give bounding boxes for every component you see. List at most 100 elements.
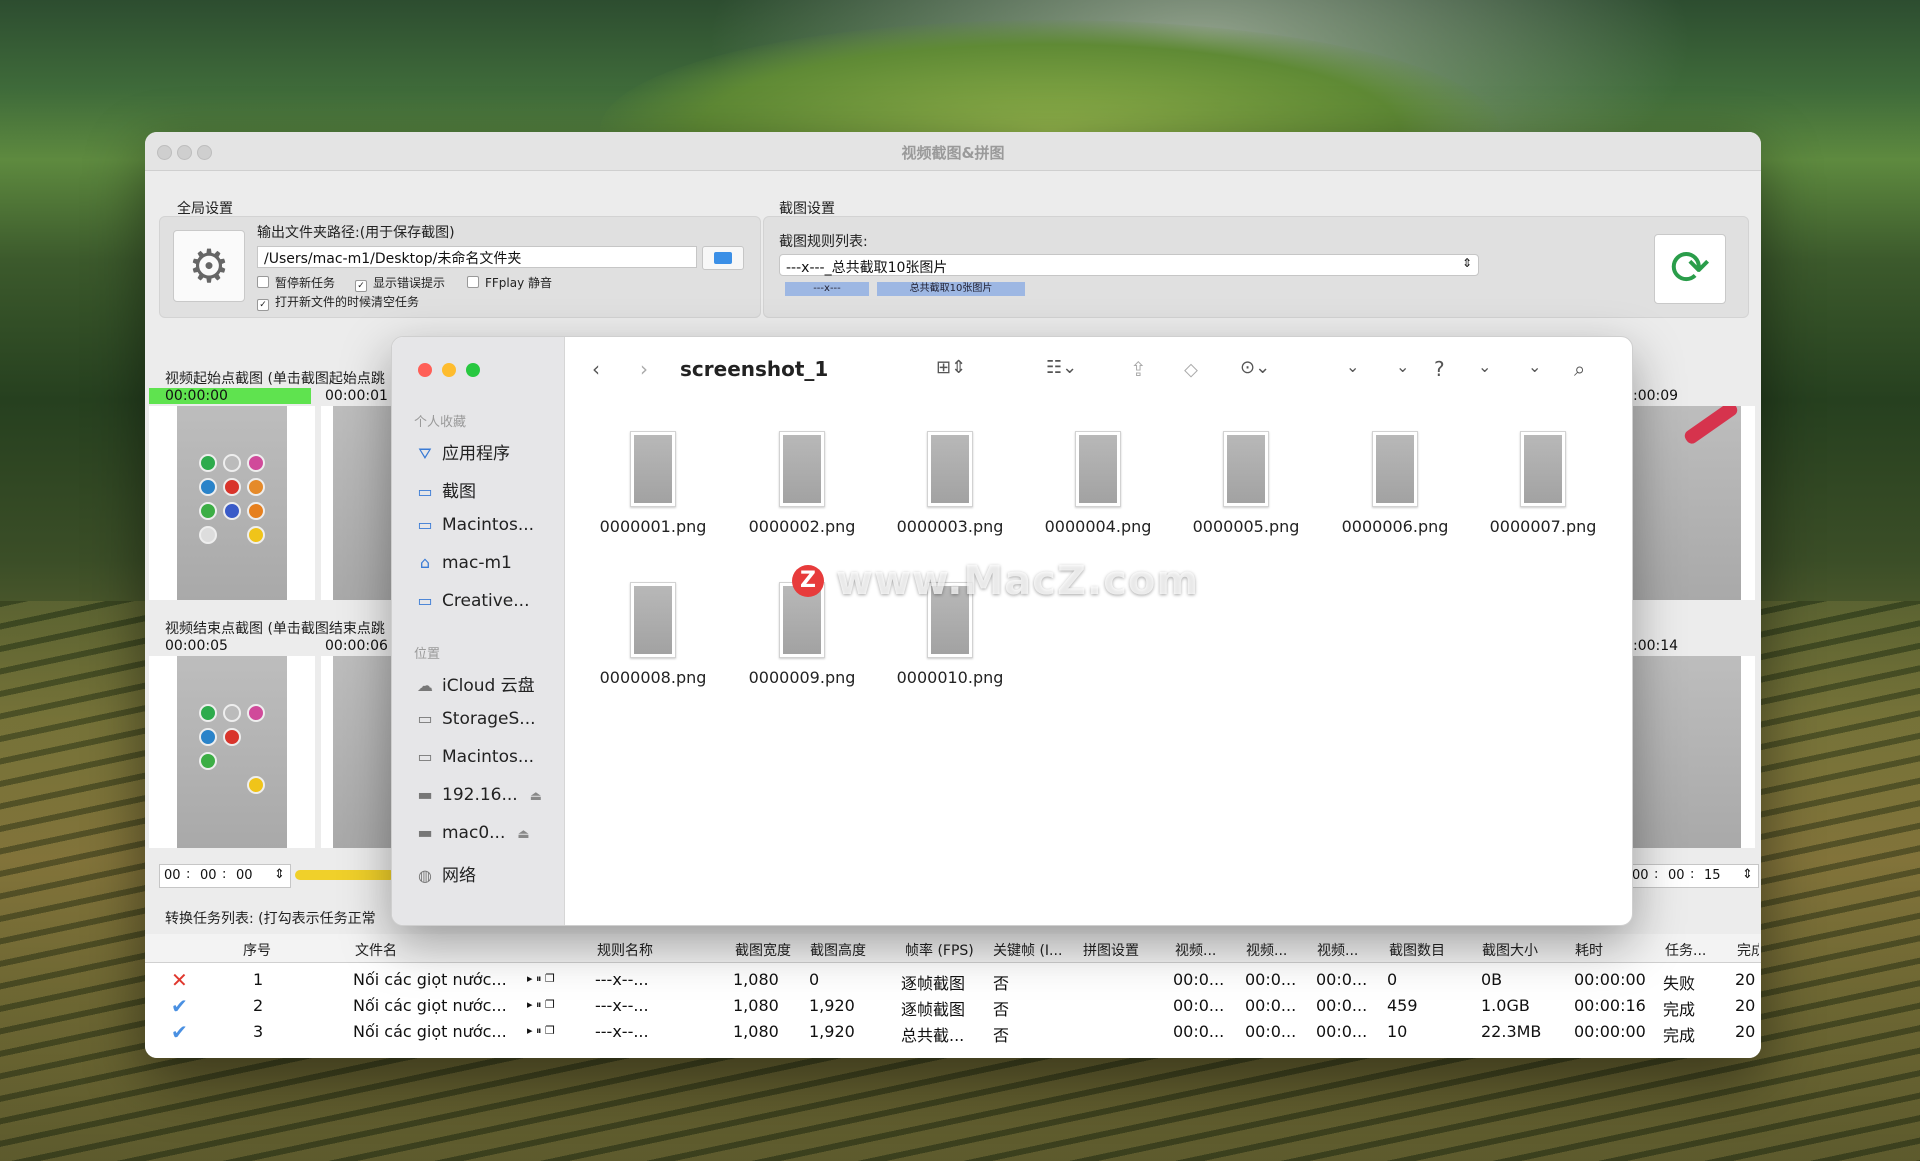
more-icon[interactable]: ⊙⌄ bbox=[1240, 357, 1270, 378]
file-item[interactable]: 0000007.png bbox=[1478, 431, 1608, 536]
check-icon: ✔ bbox=[171, 994, 188, 1018]
table-row[interactable]: ✔ 3 Nối các giọt nước... ▸ ⏸ ❐ ---x--...… bbox=[145, 1020, 1761, 1046]
col-keyframe[interactable]: 关键帧 (I... bbox=[993, 940, 1062, 960]
file-item[interactable]: 0000006.png bbox=[1330, 431, 1460, 536]
sidebar-item-storage[interactable]: ▭ StorageS... bbox=[414, 709, 535, 733]
drive-icon: ▭ bbox=[417, 709, 433, 728]
chevron-down-icon[interactable]: ⌄ bbox=[1396, 357, 1409, 376]
finder-zoom-button[interactable] bbox=[466, 363, 480, 377]
col-size[interactable]: 截图大小 bbox=[1482, 940, 1538, 960]
col-done[interactable]: 完成 bbox=[1737, 940, 1759, 960]
sidebar-item-creative[interactable]: ▭ Creative... bbox=[414, 591, 529, 615]
eject-icon[interactable]: ⏏ bbox=[530, 789, 542, 804]
row-controls[interactable]: ▸ ⏸ ❐ bbox=[527, 972, 555, 986]
file-item[interactable]: 0000008.png bbox=[588, 582, 718, 687]
start-time-1: 00:00:01 bbox=[325, 388, 388, 404]
app-titlebar: 视频截图&拼图 bbox=[145, 132, 1761, 171]
view-grid-icon[interactable]: ⊞⇕ bbox=[936, 357, 966, 378]
sidebar-item-screenshots[interactable]: ▭ 截图 bbox=[414, 477, 476, 502]
task-table-header: 序号 文件名 规则名称 截图宽度 截图高度 帧率 (FPS) 关键帧 (I...… bbox=[145, 934, 1761, 963]
home-icon: ⌂ bbox=[419, 553, 431, 572]
chevron-down-icon[interactable]: ⌄ bbox=[1346, 357, 1359, 376]
finder-sidebar: 个人收藏 ⛛ 应用程序 ▭ 截图 ▭ Macintos... ⌂ mac-m1 ▭ Cre… bbox=[392, 337, 565, 925]
col-rule[interactable]: 规则名称 bbox=[597, 940, 653, 960]
apps-icon: ⛛ bbox=[418, 444, 432, 463]
display-icon: ▬ bbox=[417, 823, 433, 842]
row-controls[interactable]: ▸ ⏸ ❐ bbox=[527, 1024, 555, 1038]
table-row[interactable]: ✕ 1 Nối các giọt nước... ▸ ⏸ ❐ ---x--...… bbox=[145, 968, 1761, 994]
start-time-right: :00:09 bbox=[1633, 388, 1679, 404]
col-count[interactable]: 截图数目 bbox=[1389, 940, 1445, 960]
col-task[interactable]: 任务... bbox=[1665, 940, 1706, 960]
sidebar-item-server-192[interactable]: ▬ 192.16... ⏏ bbox=[414, 785, 542, 809]
rule-tag-pattern: ---x--- bbox=[785, 282, 869, 296]
refresh-button[interactable]: ⟳ bbox=[1654, 234, 1726, 304]
fail-icon: ✕ bbox=[171, 968, 188, 992]
output-path-input[interactable]: /Users/mac-m1/Desktop/未命名文件夹 bbox=[257, 246, 697, 268]
gear-icon: ⚙ bbox=[188, 239, 230, 293]
start-frame-thumb-right[interactable] bbox=[1631, 406, 1755, 600]
col-height[interactable]: 截图高度 bbox=[810, 940, 866, 960]
chevron-down-icon[interactable]: ⌄ bbox=[1478, 357, 1491, 376]
finder-close-button[interactable] bbox=[418, 363, 432, 377]
col-time[interactable]: 耗时 bbox=[1575, 940, 1603, 960]
folder-icon: ▭ bbox=[417, 482, 433, 501]
file-item[interactable]: 0000005.png bbox=[1181, 431, 1311, 536]
file-item[interactable]: 0000003.png bbox=[885, 431, 1015, 536]
global-settings-label: 全局设置 bbox=[177, 201, 233, 217]
checkbox-clear-tasks[interactable]: ✓ 打开新文件的时候清空任务 bbox=[257, 293, 419, 311]
settings-button[interactable]: ⚙ bbox=[173, 230, 245, 302]
file-item[interactable]: 0000002.png bbox=[737, 431, 867, 536]
sidebar-item-icloud[interactable]: ☁ iCloud 云盘 bbox=[414, 671, 535, 696]
file-item[interactable]: 0000004.png bbox=[1033, 431, 1163, 536]
capture-settings-label: 截图设置 bbox=[779, 201, 835, 217]
col-puzzle[interactable]: 拼图设置 bbox=[1083, 940, 1139, 960]
start-frame-thumb-1[interactable] bbox=[321, 406, 391, 600]
start-time-0: 00:00:00 bbox=[165, 388, 228, 404]
checkbox-pause-new-task[interactable]: 暂停新任务 bbox=[257, 274, 335, 291]
help-icon[interactable]: ? bbox=[1434, 357, 1445, 381]
checkbox-show-error[interactable]: ✓ 显示错误提示 bbox=[355, 274, 445, 292]
forward-icon[interactable]: › bbox=[640, 357, 648, 381]
col-video-3[interactable]: 视频... bbox=[1317, 940, 1358, 960]
stepper-icon: ⇕ bbox=[274, 867, 285, 882]
search-icon[interactable]: ⌕ bbox=[1574, 357, 1585, 381]
eject-icon[interactable]: ⏏ bbox=[517, 827, 529, 842]
end-frame-thumb-1[interactable] bbox=[321, 656, 391, 848]
col-num[interactable]: 序号 bbox=[243, 940, 271, 960]
refresh-icon: ⟳ bbox=[1669, 240, 1711, 296]
sidebar-item-home[interactable]: ⌂ mac-m1 bbox=[414, 553, 512, 577]
sidebar-item-mac0[interactable]: ▬ mac0... ⏏ bbox=[414, 823, 529, 847]
finder-minimize-button[interactable] bbox=[442, 363, 456, 377]
col-fps[interactable]: 帧率 (FPS) bbox=[905, 940, 974, 960]
chevron-updown-icon: ⇕ bbox=[1461, 256, 1472, 270]
sidebar-item-apps[interactable]: ⛛ 应用程序 bbox=[414, 439, 510, 464]
end-frame-thumb-0[interactable] bbox=[149, 656, 315, 848]
browse-folder-button[interactable] bbox=[702, 246, 744, 270]
start-frame-thumb-0[interactable] bbox=[149, 406, 315, 600]
checkbox-ffplay-mute[interactable]: FFplay 静音 bbox=[467, 274, 552, 291]
end-frame-thumb-right[interactable] bbox=[1631, 656, 1755, 848]
task-list-label: 转换任务列表: (打勾表示任务正常 bbox=[165, 911, 376, 927]
sidebar-item-macintosh-2[interactable]: ▭ Macintos... bbox=[414, 747, 534, 771]
share-icon[interactable]: ⇪ bbox=[1130, 357, 1147, 381]
end-time-spinner[interactable]: 00 : 00 : 15 ⇕ bbox=[1631, 864, 1759, 888]
col-file[interactable]: 文件名 bbox=[355, 940, 397, 960]
start-position-slider[interactable] bbox=[295, 870, 395, 880]
tag-icon[interactable]: ⬦ bbox=[1184, 357, 1198, 381]
row-controls[interactable]: ▸ ⏸ ❐ bbox=[527, 998, 555, 1012]
col-video-1[interactable]: 视频... bbox=[1175, 940, 1216, 960]
sidebar-item-network[interactable]: ◍ 网络 bbox=[414, 861, 476, 886]
col-width[interactable]: 截图宽度 bbox=[735, 940, 791, 960]
sidebar-item-macintosh[interactable]: ▭ Macintos... bbox=[414, 515, 534, 539]
back-icon[interactable]: ‹ bbox=[592, 357, 600, 381]
stepper-icon: ⇕ bbox=[1742, 867, 1753, 882]
table-row[interactable]: ✔ 2 Nối các giọt nước... ▸ ⏸ ❐ ---x--...… bbox=[145, 994, 1761, 1020]
file-item[interactable]: 0000001.png bbox=[588, 431, 718, 536]
col-video-2[interactable]: 视频... bbox=[1246, 940, 1287, 960]
rule-select[interactable]: ---x---_总共截取10张图片 ⇕ bbox=[779, 254, 1479, 276]
start-time-spinner[interactable]: 00 : 00 : 00 ⇕ bbox=[159, 864, 291, 888]
watermark: www.MacZ.com bbox=[836, 558, 1200, 604]
chevron-down-icon[interactable]: ⌄ bbox=[1528, 357, 1541, 376]
group-icon[interactable]: ☷⌄ bbox=[1046, 357, 1077, 378]
